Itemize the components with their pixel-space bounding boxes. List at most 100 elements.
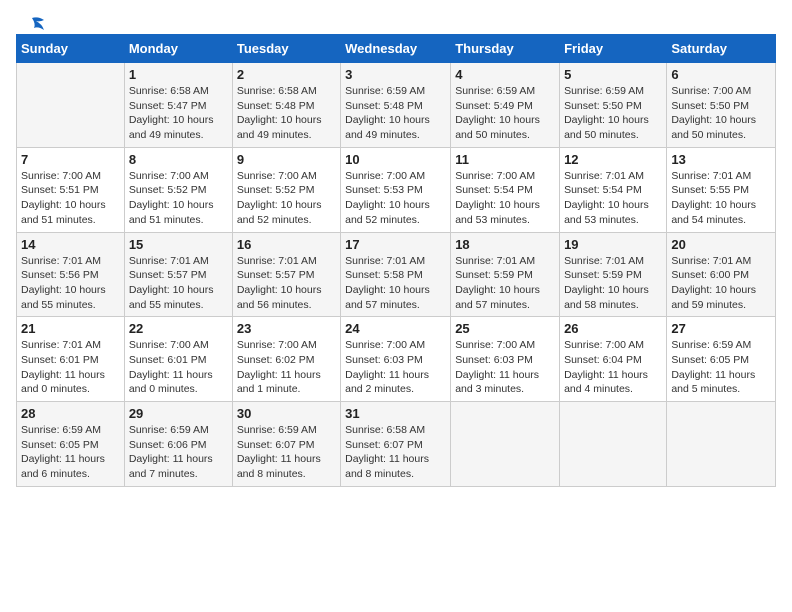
calendar-cell: 6 Sunrise: 7:00 AM Sunset: 5:50 PM Daylig… bbox=[667, 63, 776, 148]
calendar-cell: 2 Sunrise: 6:58 AM Sunset: 5:48 PM Daylig… bbox=[232, 63, 340, 148]
day-number: 29 bbox=[129, 406, 228, 421]
calendar-cell: 13 Sunrise: 7:01 AM Sunset: 5:55 PM Dayli… bbox=[667, 147, 776, 232]
calendar-cell: 7Sunrise: 7:00 AM Sunset: 5:51 PM Daylig… bbox=[17, 147, 125, 232]
calendar-cell: 9 Sunrise: 7:00 AM Sunset: 5:52 PM Daylig… bbox=[232, 147, 340, 232]
calendar-cell: 27 Sunrise: 6:59 AM Sunset: 6:05 PM Dayli… bbox=[667, 317, 776, 402]
day-number: 8 bbox=[129, 152, 228, 167]
day-info: Sunrise: 7:01 AM Sunset: 5:54 PM Dayligh… bbox=[564, 169, 662, 228]
day-number: 20 bbox=[671, 237, 771, 252]
calendar-cell: 4Sunrise: 6:59 AM Sunset: 5:49 PM Daylig… bbox=[451, 63, 560, 148]
weekday-header-row: SundayMondayTuesdayWednesdayThursdayFrid… bbox=[17, 35, 776, 63]
day-info: Sunrise: 7:01 AM Sunset: 5:57 PM Dayligh… bbox=[237, 254, 336, 313]
calendar-cell: 16 Sunrise: 7:01 AM Sunset: 5:57 PM Dayli… bbox=[232, 232, 340, 317]
calendar-cell: 29 Sunrise: 6:59 AM Sunset: 6:06 PM Dayli… bbox=[124, 402, 232, 487]
day-number: 1 bbox=[129, 67, 228, 82]
day-info: Sunrise: 7:01 AM Sunset: 6:01 PM Dayligh… bbox=[21, 338, 120, 397]
calendar-cell: 21 Sunrise: 7:01 AM Sunset: 6:01 PM Dayli… bbox=[17, 317, 125, 402]
day-number: 31 bbox=[345, 406, 446, 421]
weekday-header-thursday: Thursday bbox=[451, 35, 560, 63]
weekday-header-sunday: Sunday bbox=[17, 35, 125, 63]
day-info: Sunrise: 7:00 AM Sunset: 6:03 PM Dayligh… bbox=[345, 338, 446, 397]
calendar-table: SundayMondayTuesdayWednesdayThursdayFrid… bbox=[16, 34, 776, 487]
calendar-cell: 26Sunrise: 7:00 AM Sunset: 6:04 PM Dayli… bbox=[560, 317, 667, 402]
day-number: 22 bbox=[129, 321, 228, 336]
logo-bird-icon bbox=[18, 16, 46, 34]
calendar-cell: 28 Sunrise: 6:59 AM Sunset: 6:05 PM Dayli… bbox=[17, 402, 125, 487]
calendar-cell: 15Sunrise: 7:01 AM Sunset: 5:57 PM Dayli… bbox=[124, 232, 232, 317]
calendar-cell: 1 Sunrise: 6:58 AM Sunset: 5:47 PM Daylig… bbox=[124, 63, 232, 148]
calendar-cell: 25Sunrise: 7:00 AM Sunset: 6:03 PM Dayli… bbox=[451, 317, 560, 402]
calendar-cell bbox=[667, 402, 776, 487]
calendar-week-row: 21 Sunrise: 7:01 AM Sunset: 6:01 PM Dayli… bbox=[17, 317, 776, 402]
day-number: 13 bbox=[671, 152, 771, 167]
calendar-cell: 14 Sunrise: 7:01 AM Sunset: 5:56 PM Dayli… bbox=[17, 232, 125, 317]
calendar-cell bbox=[560, 402, 667, 487]
calendar-cell: 22 Sunrise: 7:00 AM Sunset: 6:01 PM Dayli… bbox=[124, 317, 232, 402]
calendar-cell bbox=[451, 402, 560, 487]
calendar-cell: 12 Sunrise: 7:01 AM Sunset: 5:54 PM Dayli… bbox=[560, 147, 667, 232]
day-number: 24 bbox=[345, 321, 446, 336]
calendar-week-row: 28 Sunrise: 6:59 AM Sunset: 6:05 PM Dayli… bbox=[17, 402, 776, 487]
page-header bbox=[16, 16, 776, 28]
calendar-cell: 3Sunrise: 6:59 AM Sunset: 5:48 PM Daylig… bbox=[341, 63, 451, 148]
day-info: Sunrise: 6:59 AM Sunset: 6:06 PM Dayligh… bbox=[129, 423, 228, 482]
day-info: Sunrise: 6:59 AM Sunset: 5:50 PM Dayligh… bbox=[564, 84, 662, 143]
weekday-header-saturday: Saturday bbox=[667, 35, 776, 63]
day-info: Sunrise: 7:00 AM Sunset: 6:04 PM Dayligh… bbox=[564, 338, 662, 397]
calendar-week-row: 14 Sunrise: 7:01 AM Sunset: 5:56 PM Dayli… bbox=[17, 232, 776, 317]
day-number: 9 bbox=[237, 152, 336, 167]
day-number: 10 bbox=[345, 152, 446, 167]
day-number: 18 bbox=[455, 237, 555, 252]
day-number: 5 bbox=[564, 67, 662, 82]
day-info: Sunrise: 7:01 AM Sunset: 5:59 PM Dayligh… bbox=[564, 254, 662, 313]
calendar-cell: 8Sunrise: 7:00 AM Sunset: 5:52 PM Daylig… bbox=[124, 147, 232, 232]
calendar-cell: 11 Sunrise: 7:00 AM Sunset: 5:54 PM Dayli… bbox=[451, 147, 560, 232]
calendar-cell: 5 Sunrise: 6:59 AM Sunset: 5:50 PM Daylig… bbox=[560, 63, 667, 148]
day-number: 16 bbox=[237, 237, 336, 252]
day-info: Sunrise: 7:01 AM Sunset: 5:59 PM Dayligh… bbox=[455, 254, 555, 313]
day-info: Sunrise: 7:01 AM Sunset: 5:55 PM Dayligh… bbox=[671, 169, 771, 228]
day-number: 7 bbox=[21, 152, 120, 167]
weekday-header-tuesday: Tuesday bbox=[232, 35, 340, 63]
day-info: Sunrise: 7:01 AM Sunset: 5:58 PM Dayligh… bbox=[345, 254, 446, 313]
day-info: Sunrise: 7:01 AM Sunset: 5:56 PM Dayligh… bbox=[21, 254, 120, 313]
weekday-header-monday: Monday bbox=[124, 35, 232, 63]
day-info: Sunrise: 6:59 AM Sunset: 6:05 PM Dayligh… bbox=[671, 338, 771, 397]
day-info: Sunrise: 7:00 AM Sunset: 6:03 PM Dayligh… bbox=[455, 338, 555, 397]
day-number: 2 bbox=[237, 67, 336, 82]
day-info: Sunrise: 7:00 AM Sunset: 5:53 PM Dayligh… bbox=[345, 169, 446, 228]
day-number: 12 bbox=[564, 152, 662, 167]
day-number: 11 bbox=[455, 152, 555, 167]
day-number: 15 bbox=[129, 237, 228, 252]
day-info: Sunrise: 7:00 AM Sunset: 6:02 PM Dayligh… bbox=[237, 338, 336, 397]
day-info: Sunrise: 7:00 AM Sunset: 5:50 PM Dayligh… bbox=[671, 84, 771, 143]
day-info: Sunrise: 6:59 AM Sunset: 6:07 PM Dayligh… bbox=[237, 423, 336, 482]
day-info: Sunrise: 6:58 AM Sunset: 5:48 PM Dayligh… bbox=[237, 84, 336, 143]
day-info: Sunrise: 7:00 AM Sunset: 5:54 PM Dayligh… bbox=[455, 169, 555, 228]
day-number: 21 bbox=[21, 321, 120, 336]
day-number: 30 bbox=[237, 406, 336, 421]
calendar-cell bbox=[17, 63, 125, 148]
day-info: Sunrise: 7:00 AM Sunset: 6:01 PM Dayligh… bbox=[129, 338, 228, 397]
calendar-week-row: 1 Sunrise: 6:58 AM Sunset: 5:47 PM Daylig… bbox=[17, 63, 776, 148]
calendar-cell: 20Sunrise: 7:01 AM Sunset: 6:00 PM Dayli… bbox=[667, 232, 776, 317]
day-number: 6 bbox=[671, 67, 771, 82]
day-number: 28 bbox=[21, 406, 120, 421]
day-info: Sunrise: 6:59 AM Sunset: 6:05 PM Dayligh… bbox=[21, 423, 120, 482]
day-number: 14 bbox=[21, 237, 120, 252]
calendar-cell: 23 Sunrise: 7:00 AM Sunset: 6:02 PM Dayli… bbox=[232, 317, 340, 402]
calendar-cell: 24 Sunrise: 7:00 AM Sunset: 6:03 PM Dayli… bbox=[341, 317, 451, 402]
day-number: 19 bbox=[564, 237, 662, 252]
calendar-cell: 30 Sunrise: 6:59 AM Sunset: 6:07 PM Dayli… bbox=[232, 402, 340, 487]
weekday-header-wednesday: Wednesday bbox=[341, 35, 451, 63]
day-info: Sunrise: 7:00 AM Sunset: 5:52 PM Dayligh… bbox=[237, 169, 336, 228]
day-info: Sunrise: 6:58 AM Sunset: 6:07 PM Dayligh… bbox=[345, 423, 446, 482]
calendar-cell: 31 Sunrise: 6:58 AM Sunset: 6:07 PM Dayli… bbox=[341, 402, 451, 487]
day-number: 17 bbox=[345, 237, 446, 252]
day-info: Sunrise: 6:58 AM Sunset: 5:47 PM Dayligh… bbox=[129, 84, 228, 143]
calendar-week-row: 7Sunrise: 7:00 AM Sunset: 5:51 PM Daylig… bbox=[17, 147, 776, 232]
calendar-cell: 18 Sunrise: 7:01 AM Sunset: 5:59 PM Dayli… bbox=[451, 232, 560, 317]
day-info: Sunrise: 6:59 AM Sunset: 5:48 PM Dayligh… bbox=[345, 84, 446, 143]
day-number: 23 bbox=[237, 321, 336, 336]
day-number: 27 bbox=[671, 321, 771, 336]
